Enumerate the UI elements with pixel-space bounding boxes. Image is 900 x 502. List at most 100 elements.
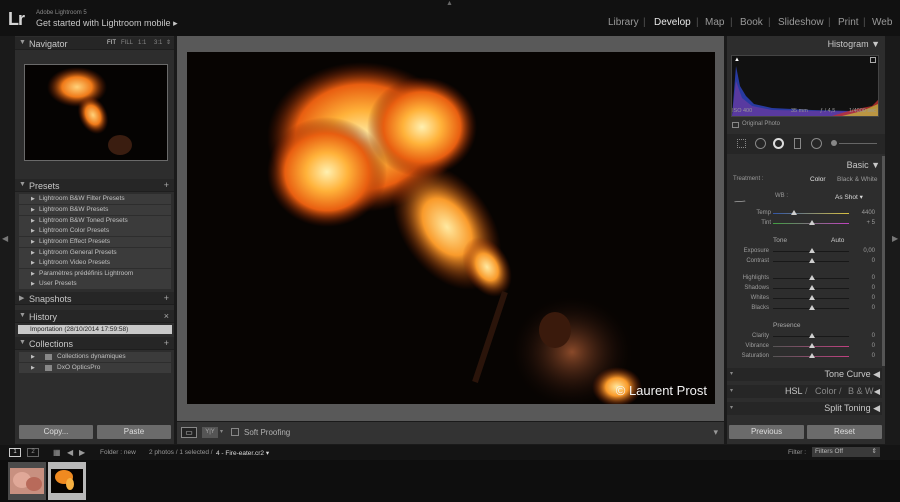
tint-value[interactable]: + 5: [853, 220, 875, 226]
collapse-triangle-icon[interactable]: ▶: [19, 294, 24, 302]
zoom-fit[interactable]: FIT: [107, 40, 116, 46]
shadows-value[interactable]: 0: [853, 285, 875, 291]
panel-switch-icon[interactable]: ▾: [730, 370, 733, 377]
soft-proofing-checkbox[interactable]: [231, 428, 239, 436]
preset-folder[interactable]: ▶ Lightroom B&W Filter Presets: [19, 194, 171, 204]
adjustment-brush-icon[interactable]: [831, 140, 837, 146]
module-print[interactable]: Print: [838, 17, 859, 28]
folder-source[interactable]: Folder : new: [100, 449, 136, 456]
collapse-triangle-icon[interactable]: ▼: [19, 181, 26, 188]
before-after-button[interactable]: Y|Y: [202, 427, 218, 438]
shadows-slider-knob[interactable]: [809, 285, 815, 290]
whites-slider-knob[interactable]: [809, 295, 815, 300]
original-photo-icon[interactable]: [732, 122, 739, 128]
auto-tone-button[interactable]: Auto: [831, 237, 844, 244]
module-book[interactable]: Book: [740, 17, 763, 28]
graduated-filter-icon[interactable]: [794, 138, 801, 149]
preset-folder[interactable]: ▶ Lightroom Color Presets: [19, 226, 171, 236]
highlight-clipping-icon[interactable]: [870, 57, 876, 63]
treatment-bw-option[interactable]: Black & White: [837, 176, 877, 183]
expand-arrow-icon[interactable]: ▶: [31, 216, 35, 226]
tint-slider-knob[interactable]: [809, 220, 815, 225]
preset-folder[interactable]: ▶ Lightroom B&W Toned Presets: [19, 216, 171, 226]
highlights-value[interactable]: 0: [853, 275, 875, 281]
add-snapshot-button[interactable]: +: [164, 293, 169, 303]
expand-arrow-icon[interactable]: ▶: [31, 248, 35, 258]
module-slideshow[interactable]: Slideshow: [778, 17, 824, 28]
hsl-tab[interactable]: HSL: [785, 386, 803, 396]
forward-arrow-icon[interactable]: ▶: [79, 448, 85, 457]
back-arrow-icon[interactable]: ◀: [67, 448, 73, 457]
basic-title[interactable]: Basic ▼: [847, 160, 880, 170]
expand-arrow-icon[interactable]: ▶: [31, 269, 35, 279]
shadow-clipping-icon[interactable]: ▲: [734, 57, 740, 63]
red-eye-icon[interactable]: [773, 138, 784, 149]
copy-settings-button[interactable]: Copy...: [19, 425, 93, 439]
hsl-header[interactable]: ▾ HSL / Color / B & W ◀: [727, 385, 882, 398]
add-collection-button[interactable]: +: [164, 338, 169, 348]
filmstrip-thumbnail-selected[interactable]: [48, 462, 86, 500]
saturation-slider-knob[interactable]: [809, 353, 815, 358]
whites-value[interactable]: 0: [853, 295, 875, 301]
history-item[interactable]: Importation (28/10/2014 17:59:58): [18, 325, 172, 334]
zoom-1-1[interactable]: 1:1: [138, 40, 146, 46]
zoom-fill[interactable]: FILL: [121, 40, 133, 46]
panel-switch-icon[interactable]: ▾: [730, 404, 733, 411]
module-map[interactable]: Map: [705, 17, 724, 28]
clarity-value[interactable]: 0: [853, 333, 875, 339]
split-toning-header[interactable]: ▾ Split Toning ◀: [727, 402, 882, 415]
preset-folder[interactable]: ▶ User Presets: [19, 279, 171, 289]
before-after-dropdown-icon[interactable]: ▾: [220, 428, 223, 435]
bw-tab[interactable]: B & W: [848, 386, 874, 396]
navigator-preview[interactable]: [24, 64, 168, 161]
collapse-triangle-icon[interactable]: ◀: [874, 387, 880, 396]
color-tab[interactable]: Color: [815, 386, 837, 396]
tone-curve-header[interactable]: ▾ Tone Curve ◀: [727, 368, 882, 381]
filmstrip-thumbnail[interactable]: [8, 462, 46, 500]
collapse-top-arrow-icon[interactable]: ▲: [446, 0, 453, 7]
crop-tool-icon[interactable]: [737, 139, 746, 148]
saturation-value[interactable]: 0: [853, 353, 875, 359]
current-filename[interactable]: 4 - Fire-eater.cr2 ▾: [216, 449, 269, 457]
zoom-3-1[interactable]: 3:1: [154, 40, 162, 46]
expand-arrow-icon[interactable]: ▶: [31, 352, 35, 362]
histogram-title[interactable]: Histogram ▼: [828, 39, 880, 49]
collection-item[interactable]: ▶ Collections dynamiques: [19, 352, 171, 362]
temp-track[interactable]: [773, 213, 849, 214]
reset-button[interactable]: Reset: [807, 425, 882, 439]
panel-switch-icon[interactable]: ▾: [730, 387, 733, 394]
vibrance-slider-knob[interactable]: [809, 343, 815, 348]
snapshots-header[interactable]: ▶ Snapshots +: [15, 292, 174, 305]
preset-folder[interactable]: ▶ Lightroom Video Presets: [19, 258, 171, 268]
exposure-slider-knob[interactable]: [809, 248, 815, 253]
loupe-view-button[interactable]: ▭: [181, 427, 197, 438]
module-web[interactable]: Web: [872, 17, 892, 28]
radial-filter-icon[interactable]: [811, 138, 822, 149]
preset-folder[interactable]: ▶ Lightroom General Presets: [19, 248, 171, 258]
filter-dropdown[interactable]: Filters Off ⇕: [812, 447, 880, 457]
module-develop[interactable]: Develop: [654, 17, 691, 28]
history-header[interactable]: ▼ History ×: [15, 310, 174, 323]
presets-header[interactable]: ▼ Presets +: [15, 179, 174, 192]
spot-removal-icon[interactable]: [755, 138, 766, 149]
treatment-color-option[interactable]: Color: [810, 176, 826, 183]
panel-scrollbar[interactable]: [882, 156, 885, 366]
blacks-slider-knob[interactable]: [809, 305, 815, 310]
mobile-promo-link[interactable]: Get started with Lightroom mobile ▸: [36, 18, 178, 29]
expand-arrow-icon[interactable]: ▶: [31, 226, 35, 236]
clear-history-button[interactable]: ×: [164, 311, 169, 321]
wb-dropdown[interactable]: As Shot ▾: [835, 193, 863, 201]
paste-settings-button[interactable]: Paste: [97, 425, 171, 439]
preset-folder[interactable]: ▶ Lightroom Effect Presets: [19, 237, 171, 247]
collapse-right-arrow-icon[interactable]: ▶: [892, 234, 898, 243]
module-library[interactable]: Library: [608, 17, 639, 28]
collapse-left-arrow-icon[interactable]: ◀: [2, 234, 8, 243]
expand-arrow-icon[interactable]: ▶: [31, 194, 35, 204]
main-photo[interactable]: © Laurent Prost: [187, 52, 715, 404]
contrast-value[interactable]: 0: [853, 258, 875, 264]
collection-item[interactable]: ▶ DxO OpticsPro: [19, 363, 171, 373]
toolbar-menu-icon[interactable]: ▾: [713, 427, 718, 438]
expand-arrow-icon[interactable]: ▶: [31, 258, 35, 268]
second-screen-button[interactable]: 2: [27, 448, 39, 457]
collections-header[interactable]: ▼ Collections +: [15, 337, 174, 350]
